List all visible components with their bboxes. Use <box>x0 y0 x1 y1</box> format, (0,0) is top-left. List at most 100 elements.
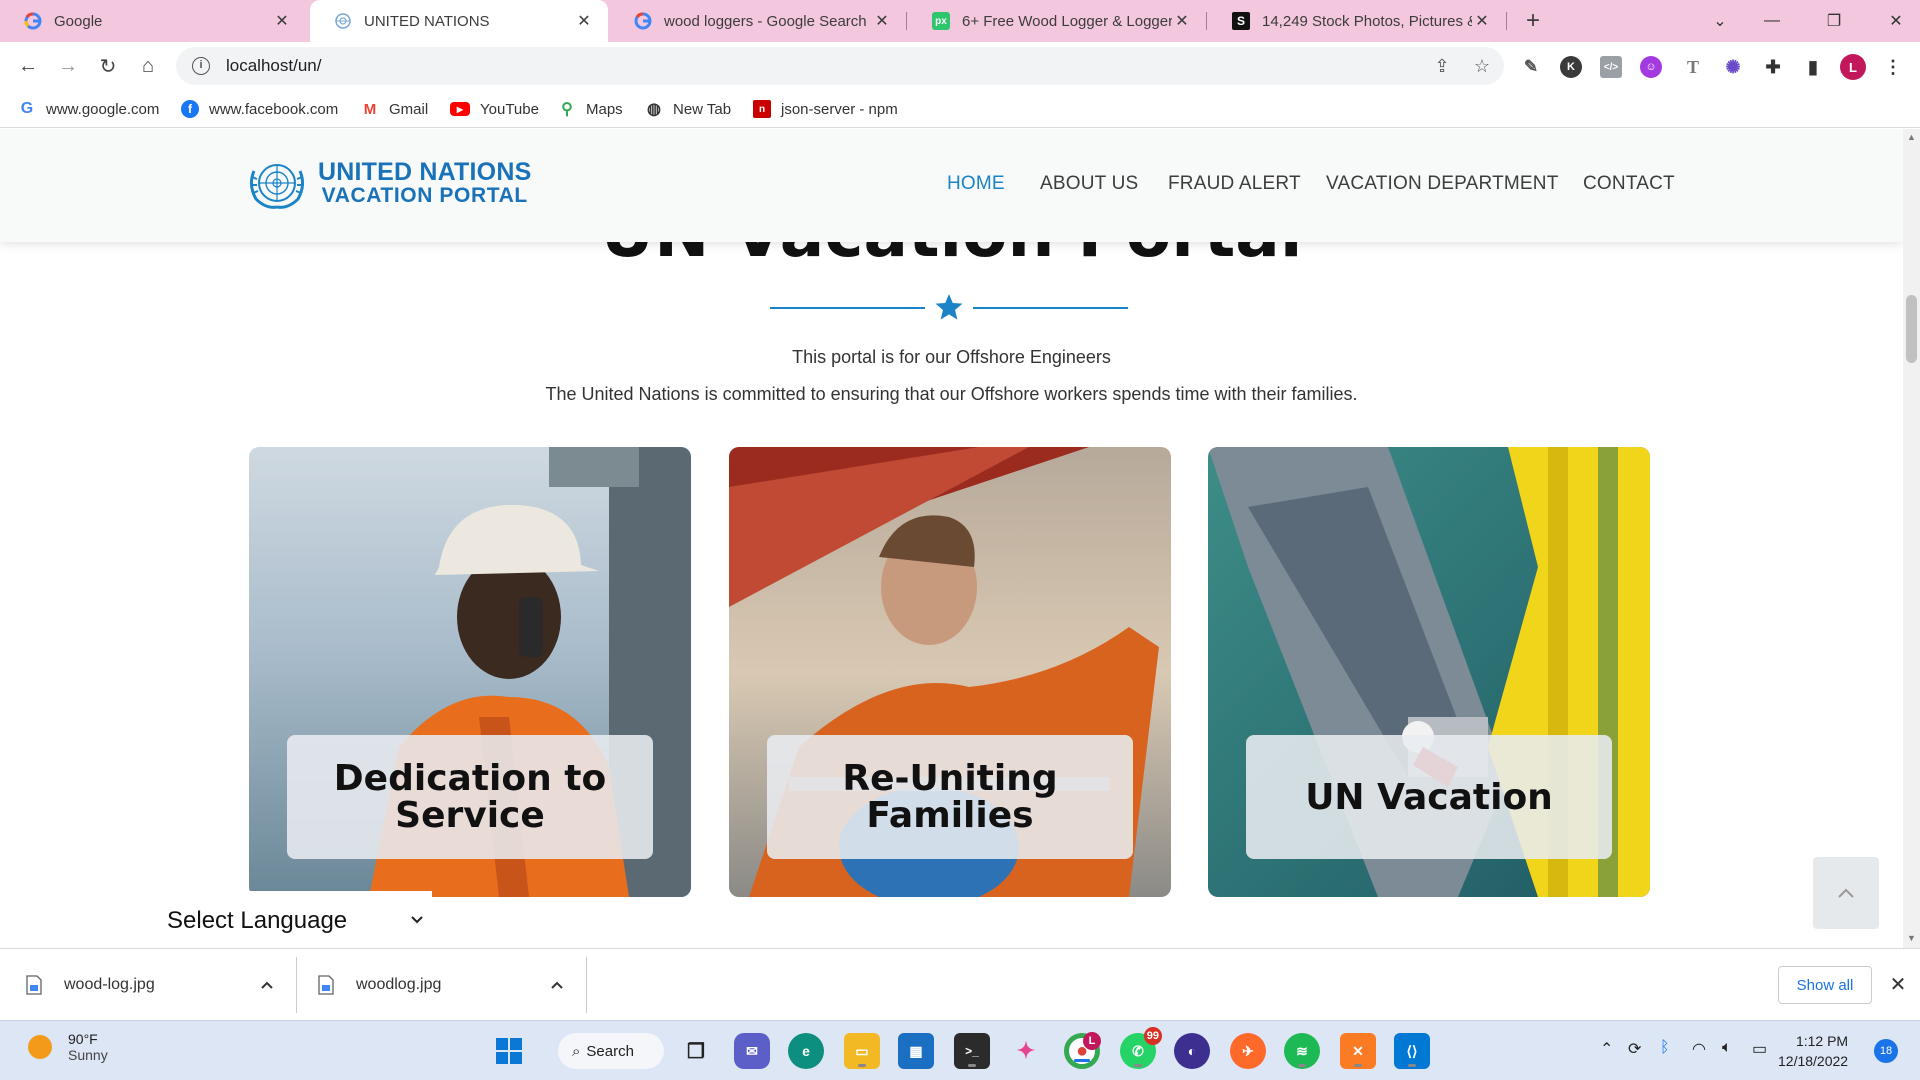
image-file-icon <box>318 975 334 995</box>
bookmark-json-server[interactable]: n json-server - npm <box>753 98 898 120</box>
page-scrollbar[interactable]: ▲ ▼ <box>1903 129 1920 948</box>
istock-icon: S <box>1232 12 1250 30</box>
download-item[interactable]: woodlog.jpg <box>318 949 568 1021</box>
k-extension-icon[interactable]: K <box>1560 56 1582 78</box>
task-view-icon[interactable]: ❐ <box>678 1033 714 1069</box>
tab-stock-photos[interactable]: S 14,249 Stock Photos, Pictures & F ✕ <box>1208 0 1506 42</box>
battery-icon[interactable]: ▭ <box>1752 1039 1767 1059</box>
close-tab-icon[interactable]: ✕ <box>1472 11 1492 31</box>
bookmark-gmail[interactable]: M Gmail <box>361 98 428 120</box>
close-tab-icon[interactable]: ✕ <box>272 11 292 31</box>
title-divider-right <box>973 307 1128 309</box>
tab-united-nations[interactable]: UNITED NATIONS ✕ <box>310 0 608 42</box>
tab-title: UNITED NATIONS <box>364 12 490 30</box>
nav-vacation-department[interactable]: VACATION DEPARTMENT <box>1326 173 1559 195</box>
bookmark-maps[interactable]: ⚲ Maps <box>558 98 623 120</box>
bookmark-facebook[interactable]: f www.facebook.com <box>181 98 338 120</box>
moon-app-icon[interactable]: ◐ <box>1174 1033 1210 1069</box>
close-tab-icon[interactable]: ✕ <box>872 11 892 31</box>
sparkle-extension-icon[interactable]: ✺ <box>1720 54 1746 80</box>
snip-app-icon[interactable]: ✦ <box>1008 1033 1044 1069</box>
terminal-icon[interactable]: >_ <box>954 1033 990 1069</box>
reload-button[interactable]: ↻ <box>92 50 124 82</box>
vscode-icon[interactable]: ⟨⟩ <box>1394 1033 1430 1069</box>
taskbar-search[interactable]: ⌕ Search <box>558 1033 664 1069</box>
xampp-icon[interactable]: ✕ <box>1340 1033 1376 1069</box>
site-header: UNITED NATIONS VACATION PORTAL HOME ABOU… <box>0 129 1903 242</box>
chevron-up-icon[interactable]: ⌃ <box>1600 1039 1613 1059</box>
purple-extension-icon[interactable]: ☺ <box>1640 56 1662 78</box>
side-panel-icon[interactable]: ▮ <box>1800 54 1826 80</box>
npm-icon: n <box>753 100 771 118</box>
volume-icon[interactable]: 🔈︎ <box>1722 1039 1732 1057</box>
bookmark-youtube[interactable]: ▶ YouTube <box>450 98 539 120</box>
chevron-up-icon[interactable] <box>550 978 564 992</box>
teams-chat-icon[interactable]: ✉ <box>734 1033 770 1069</box>
bookmark-new-tab[interactable]: ◍ New Tab <box>645 98 731 120</box>
start-button[interactable] <box>491 1033 527 1069</box>
back-button[interactable]: ← <box>12 50 44 82</box>
star-icon <box>935 294 963 320</box>
download-item[interactable]: wood-log.jpg <box>26 949 276 1021</box>
bookmark-star-icon[interactable]: ☆ <box>1464 47 1500 85</box>
minimize-button[interactable]: — <box>1742 0 1802 42</box>
scroll-down-arrow[interactable]: ▼ <box>1907 933 1916 943</box>
restore-button[interactable]: ❐ <box>1804 0 1864 42</box>
chrome-icon[interactable]: ● L <box>1064 1032 1101 1069</box>
language-select-label: Select Language <box>167 907 348 934</box>
card-reuniting[interactable]: Re-Uniting Families <box>729 447 1171 897</box>
microsoft-store-icon[interactable]: ▦ <box>898 1033 934 1069</box>
close-tab-icon[interactable]: ✕ <box>574 11 594 31</box>
card-dedication[interactable]: Dedication to Service <box>249 447 691 897</box>
scroll-up-arrow[interactable]: ▲ <box>1907 132 1916 142</box>
tab-title: 6+ Free Wood Logger & Logger <box>962 12 1172 30</box>
home-button[interactable]: ⌂ <box>132 50 164 82</box>
file-explorer-icon[interactable]: ▭ <box>844 1033 880 1069</box>
nav-contact[interactable]: CONTACT <box>1583 173 1675 195</box>
address-bar[interactable]: i localhost/un/ ⇪ ☆ <box>176 47 1504 85</box>
nav-fraud-alert[interactable]: FRAUD ALERT <box>1168 173 1301 195</box>
close-window-button[interactable]: ✕ <box>1866 0 1920 42</box>
nav-home[interactable]: HOME <box>947 173 1005 195</box>
wifi-icon[interactable]: ◠ <box>1692 1039 1706 1059</box>
tab-wood-loggers-search[interactable]: wood loggers - Google Search ✕ <box>610 0 906 42</box>
postman-icon[interactable]: ✈ <box>1230 1033 1266 1069</box>
extensions-puzzle-icon[interactable]: ✚ <box>1760 54 1786 80</box>
notification-count-badge[interactable]: 18 <box>1874 1039 1898 1063</box>
bluetooth-icon[interactable]: ᛒ <box>1660 1039 1670 1057</box>
card-un-vacation[interactable]: UN Vacation <box>1208 447 1650 897</box>
close-downloads-icon[interactable]: ✕ <box>1884 971 1912 999</box>
text-extension-icon[interactable]: T <box>1680 54 1706 80</box>
scrollbar-thumb[interactable] <box>1906 295 1917 363</box>
code-extension-icon[interactable]: </> <box>1600 56 1622 78</box>
edge-icon[interactable]: e <box>788 1033 824 1069</box>
tab-google[interactable]: Google ✕ <box>0 0 306 42</box>
share-icon[interactable]: ⇪ <box>1424 47 1460 85</box>
site-info-icon[interactable]: i <box>192 57 210 75</box>
tab-search-icon[interactable]: ⌄ <box>1690 0 1750 42</box>
spotify-icon[interactable]: ≋ <box>1284 1033 1320 1069</box>
running-indicator <box>1298 1064 1306 1067</box>
show-all-downloads-button[interactable]: Show all <box>1778 966 1872 1004</box>
menu-kebab-icon[interactable]: ⋮ <box>1880 54 1906 80</box>
bookmark-google[interactable]: G www.google.com <box>18 98 160 120</box>
system-clock[interactable]: 1:12 PM 12/18/2022 <box>1778 1031 1848 1071</box>
chevron-up-icon[interactable] <box>260 978 274 992</box>
site-logo[interactable]: UNITED NATIONS VACATION PORTAL <box>244 155 531 211</box>
new-tab-button[interactable]: + <box>1518 6 1548 36</box>
weather-condition: Sunny <box>68 1047 108 1063</box>
chevron-down-icon <box>411 916 423 924</box>
forward-button[interactable]: → <box>52 50 84 82</box>
tab-free-wood-logger[interactable]: px 6+ Free Wood Logger & Logger ✕ <box>908 0 1206 42</box>
nav-about-us[interactable]: ABOUT US <box>1040 173 1138 195</box>
close-tab-icon[interactable]: ✕ <box>1172 11 1192 31</box>
tab-title: Google <box>54 12 103 30</box>
whatsapp-icon[interactable]: ✆ 99 <box>1120 1027 1162 1069</box>
back-to-top-button[interactable] <box>1813 857 1879 929</box>
profile-avatar[interactable]: L <box>1840 54 1866 80</box>
weather-widget[interactable]: 90°F Sunny <box>28 1031 108 1063</box>
language-select[interactable]: Select Language <box>156 891 432 948</box>
eyedropper-extension-icon[interactable]: ✎ <box>1518 54 1544 80</box>
card-caption: Re-Uniting Families <box>767 735 1133 859</box>
sync-icon[interactable]: ⟳ <box>1628 1039 1641 1059</box>
